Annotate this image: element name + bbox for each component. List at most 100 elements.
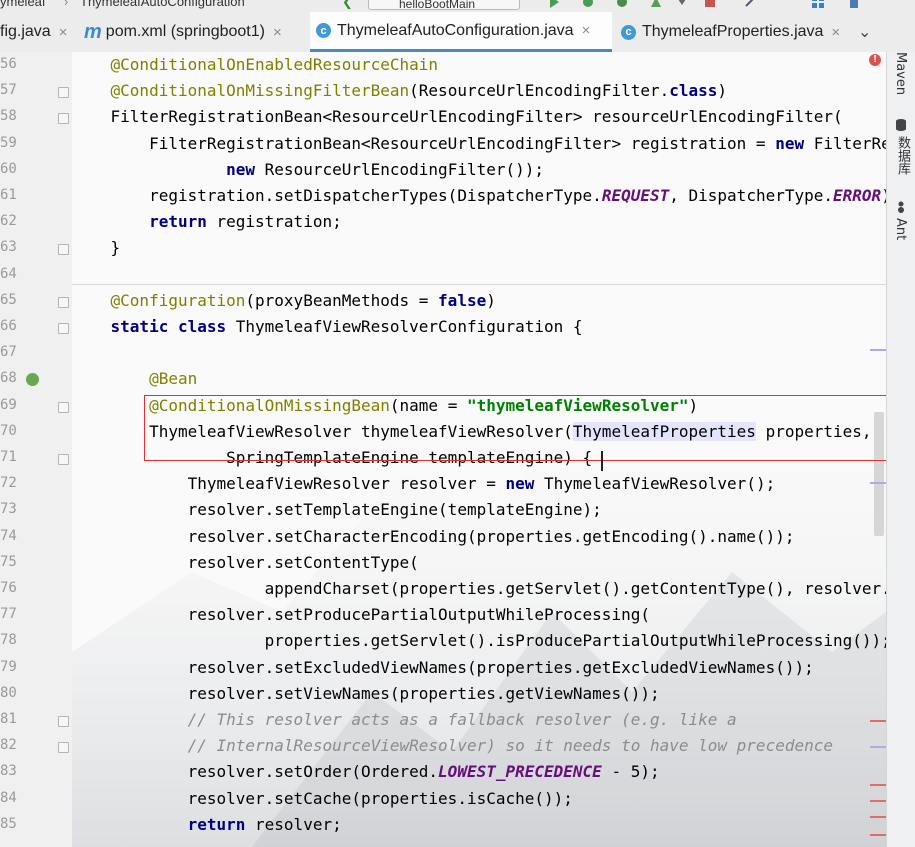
line-number: 74 <box>0 527 17 544</box>
spring-bean-icon[interactable] <box>26 373 39 387</box>
code-token: appendCharset(properties.getServlet().ge… <box>264 579 886 598</box>
tab-pom-xml[interactable]: m pom.xml (springboot1) × <box>84 12 310 52</box>
error-stripe-mark[interactable] <box>870 816 886 818</box>
ant-tool-button[interactable]: Ant <box>893 218 908 240</box>
stop-icon[interactable] <box>704 0 716 8</box>
tab-thymeleaf-properties[interactable]: c ThymeleafProperties.java × <box>617 12 853 52</box>
error-indicator-icon[interactable]: ! <box>869 54 881 66</box>
code-token: } <box>72 238 121 258</box>
error-stripe-mark[interactable] <box>870 834 886 836</box>
code-line[interactable]: resolver.setViewNames(properties.getView… <box>72 681 660 707</box>
fold-marker-icon[interactable] <box>58 323 69 334</box>
code-line[interactable]: return resolver; <box>72 812 342 838</box>
run-icon[interactable] <box>548 0 560 8</box>
fold-marker-icon[interactable] <box>58 296 69 308</box>
code-line[interactable]: resolver.setContentType( <box>72 550 419 576</box>
line-number: 77 <box>0 606 17 623</box>
code-token: , DispatcherType. <box>669 186 834 205</box>
code-line[interactable]: FilterRegistrationBean<ResourceUrlEncodi… <box>72 131 886 157</box>
line-number: 65 <box>0 291 17 308</box>
code-line[interactable]: @ConditionalOnEnabledResourceChain <box>72 52 439 78</box>
back-arrow-icon[interactable]: ❮ <box>342 0 353 10</box>
maven-tool-button[interactable]: Maven <box>893 52 908 95</box>
code-token: resolver.setTemplateEngine(templateEngin… <box>72 500 602 520</box>
close-icon[interactable]: × <box>831 24 840 41</box>
code-line[interactable]: resolver.setOrder(Ordered.LOWEST_PRECEDE… <box>72 759 660 785</box>
code-line[interactable]: ThymeleafViewResolver resolver = new Thy… <box>72 471 776 497</box>
ant-icon <box>898 201 904 213</box>
code-line[interactable]: } <box>72 235 121 261</box>
close-icon[interactable]: × <box>59 24 68 41</box>
error-stripe-mark[interactable] <box>870 349 886 351</box>
code-token: static class <box>110 317 227 336</box>
code-line[interactable]: appendCharset(properties.getServlet().ge… <box>72 576 886 602</box>
code-line[interactable]: registration.setDispatcherTypes(Dispatch… <box>72 183 886 209</box>
maven-icon: m <box>84 20 102 43</box>
error-stripe-mark[interactable] <box>870 784 886 786</box>
code-token: resolver.setCharacterEncoding(properties… <box>72 526 795 546</box>
code-token: registration.setDispatcherTypes(Dispatch… <box>72 186 602 205</box>
project-structure-icon[interactable] <box>812 0 824 8</box>
code-line[interactable]: new ResourceUrlEncodingFilter()); <box>72 157 544 183</box>
code-line[interactable]: @Bean <box>72 366 197 392</box>
fold-marker-icon[interactable] <box>58 454 69 465</box>
code-line[interactable]: // InternalResourceViewResolver) so it n… <box>72 733 833 759</box>
close-icon[interactable]: × <box>273 24 282 41</box>
database-tool-button[interactable]: 数据库 <box>893 136 912 175</box>
fold-marker-icon[interactable] <box>58 401 69 413</box>
code-line[interactable]: @ConditionalOnMissingFilterBean(Resource… <box>72 78 728 104</box>
code-line[interactable]: @Configuration(proxyBeanMethods = false) <box>72 288 496 314</box>
line-number: 62 <box>0 213 17 230</box>
error-stripe-mark[interactable] <box>870 800 886 802</box>
code-line[interactable]: FilterRegistrationBean<ResourceUrlEncodi… <box>72 104 843 130</box>
error-stripe-mark[interactable] <box>870 720 886 722</box>
code-line[interactable]: resolver.setCache(properties.isCache()); <box>72 786 573 812</box>
line-number: 64 <box>0 265 17 282</box>
code-line[interactable]: resolver.setCharacterEncoding(properties… <box>72 524 795 550</box>
breadcrumb-module[interactable]: ymeleaf <box>0 0 46 9</box>
search-everywhere-icon[interactable] <box>848 0 860 8</box>
fold-marker-icon[interactable] <box>58 716 69 727</box>
line-number: 56 <box>0 56 17 72</box>
code-token: LOWEST_PRECEDENCE <box>438 762 602 782</box>
code-token: resolver.setContentType( <box>72 552 419 572</box>
profile-icon[interactable] <box>650 0 662 8</box>
breadcrumb-file[interactable]: ThymeleafAutoConfiguration <box>80 0 245 9</box>
build-icon[interactable] <box>744 0 756 8</box>
coverage-icon[interactable] <box>616 0 628 8</box>
line-number: 67 <box>0 344 17 361</box>
run-dropdown-icon[interactable] <box>676 0 688 8</box>
error-stripe-mark[interactable] <box>870 746 886 748</box>
line-number: 81 <box>0 711 17 727</box>
code-token: false <box>438 290 487 310</box>
run-configuration-selector[interactable]: helloBootMain <box>368 0 520 11</box>
code-token: properties.getServlet().isProducePartial… <box>72 631 886 651</box>
code-token: resolver.setExcludedViewNames(properties… <box>72 657 814 677</box>
line-number: 71 <box>0 449 17 465</box>
fold-marker-icon[interactable] <box>58 87 69 99</box>
code-token: resolver.setProducePartialOutputWhilePro… <box>72 605 650 625</box>
code-line[interactable]: resolver.setExcludedViewNames(properties… <box>72 655 814 681</box>
debug-icon[interactable] <box>582 0 594 8</box>
class-icon: c <box>621 24 636 40</box>
code-line[interactable]: // This resolver acts as a fallback reso… <box>72 707 737 733</box>
text-cursor-icon <box>601 451 603 471</box>
line-number: 83 <box>0 763 17 780</box>
code-line[interactable]: properties.getServlet().isProducePartial… <box>72 628 886 654</box>
fold-marker-icon[interactable] <box>58 244 69 256</box>
code-line[interactable]: resolver.setTemplateEngine(templateEngin… <box>72 497 602 523</box>
tab-fig-java[interactable]: fig.java × <box>0 12 75 52</box>
tab-thymeleaf-auto-configuration[interactable]: c ThymeleafAutoConfiguration.java × <box>310 12 612 52</box>
tab-list-chevron-icon[interactable]: ⌄ <box>858 22 871 42</box>
code-line[interactable]: static class ThymeleafViewResolverConfig… <box>72 314 583 340</box>
error-stripe-mark[interactable] <box>870 482 886 484</box>
line-number: 59 <box>0 134 17 151</box>
code-line[interactable]: resolver.setProducePartialOutputWhilePro… <box>72 602 650 628</box>
close-icon[interactable]: × <box>582 22 591 39</box>
code-line[interactable]: return registration; <box>72 209 342 235</box>
fold-marker-icon[interactable] <box>58 742 69 754</box>
fold-marker-icon[interactable] <box>58 113 69 125</box>
